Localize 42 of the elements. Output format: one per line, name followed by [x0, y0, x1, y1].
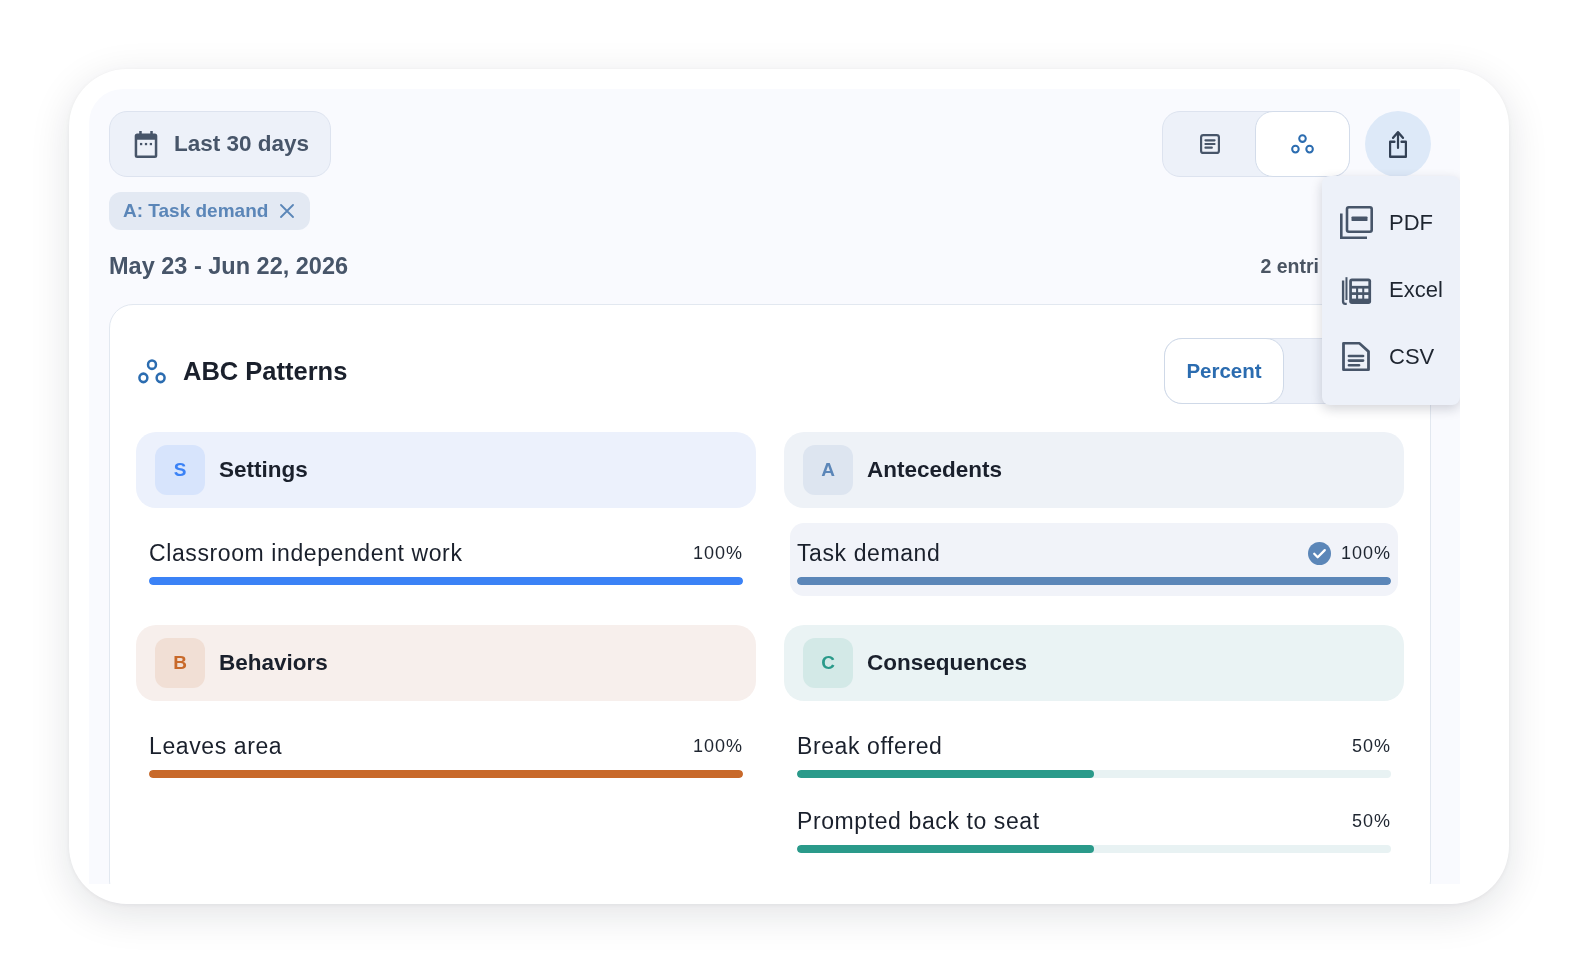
item-label: Break offered: [797, 732, 943, 760]
calculator-icon: [1340, 274, 1372, 305]
unit-toggle-button[interactable]: Percent: [1164, 338, 1284, 404]
pattern-item[interactable]: Prompted back to seat 50%: [790, 791, 1398, 864]
pattern-item[interactable]: Classroom independent work 100%: [142, 523, 750, 596]
view-toggle-button[interactable]: [1255, 111, 1350, 177]
three-circles-icon: [1291, 134, 1314, 154]
calendar-icon: [134, 130, 158, 158]
pattern-item[interactable]: Task demand 100%: [790, 523, 1398, 596]
item-percent: 50%: [1351, 735, 1391, 757]
item-label: Leaves area: [149, 732, 283, 760]
section-letter: C: [803, 638, 853, 688]
share-icon: [1388, 129, 1408, 159]
three-circles-icon: [138, 358, 166, 384]
section-letter: B: [155, 638, 205, 688]
list-icon: [1199, 134, 1220, 154]
document-icon: [1341, 341, 1371, 372]
section-title: Consequences: [867, 650, 1028, 676]
export-menu-item[interactable]: Excel: [1322, 256, 1460, 323]
item-percent: 100%: [692, 542, 743, 564]
date-filter-button[interactable]: Last 30 days: [109, 111, 331, 177]
item-label: Classroom independent work: [149, 539, 463, 567]
section-letter: A: [803, 445, 853, 495]
entry-count-text: 2 entri: [1260, 255, 1319, 278]
pattern-item[interactable]: Break offered 50%: [790, 716, 1398, 789]
section-title: Behaviors: [219, 650, 328, 676]
item-label: Task demand: [797, 539, 941, 567]
item-percent: 100%: [1340, 542, 1391, 564]
item-label: Prompted back to seat: [797, 807, 1040, 835]
check-circle-icon: [1307, 541, 1331, 565]
export-menu-item[interactable]: PDF: [1322, 189, 1460, 256]
stacked-pages-icon: [1339, 205, 1373, 240]
section-title: Antecedents: [867, 457, 1003, 483]
card-title: ABC Patterns: [183, 356, 348, 386]
close-icon: [280, 204, 295, 218]
section-title: Settings: [219, 457, 308, 483]
pattern-item[interactable]: Leaves area 100%: [142, 716, 750, 789]
date-range-text: May 23 - Jun 22, 2026: [109, 253, 349, 280]
export-menu-item[interactable]: CSV: [1322, 323, 1460, 390]
item-percent: 100%: [692, 735, 743, 757]
section-letter: S: [155, 445, 205, 495]
item-percent: 50%: [1351, 810, 1391, 832]
